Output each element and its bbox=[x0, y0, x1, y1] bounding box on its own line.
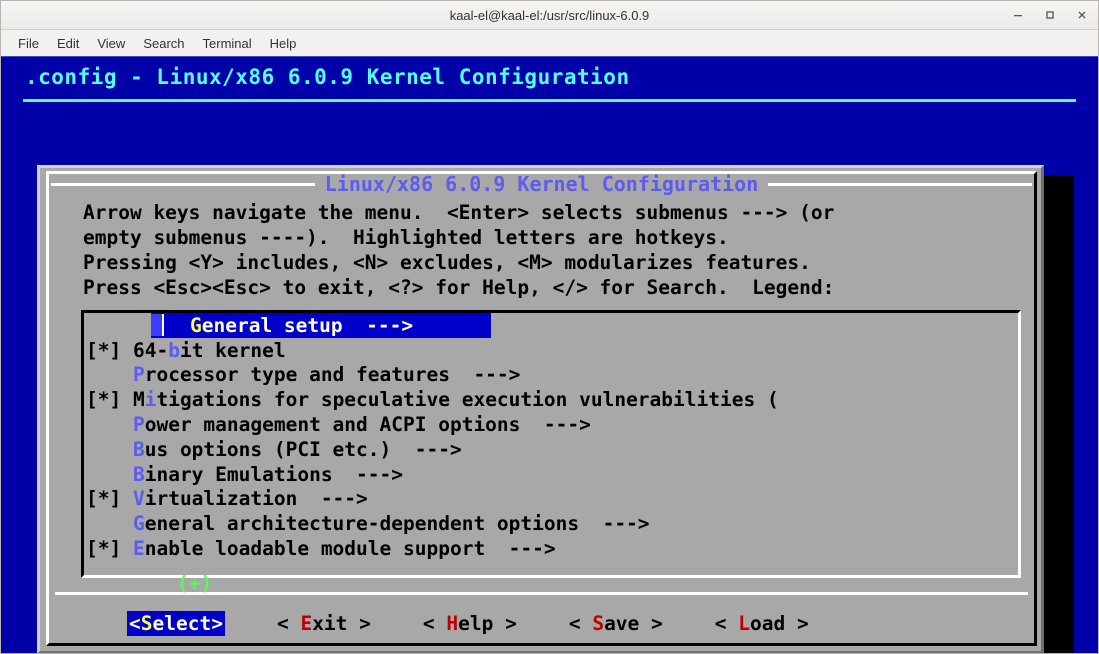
scroll-indicator: (+) bbox=[177, 572, 213, 595]
menu-list-item[interactable]: General setup ---> bbox=[151, 313, 491, 338]
button-bracket-left: < bbox=[568, 611, 593, 635]
menu-list-item[interactable]: General architecture-dependent options -… bbox=[84, 511, 1018, 536]
button-hotkey: L bbox=[738, 611, 750, 635]
menubar: File Edit View Search Terminal Help bbox=[1, 30, 1098, 57]
dialog-button[interactable]: <Select> bbox=[127, 610, 225, 636]
button-hotkey: E bbox=[300, 611, 313, 635]
menu-list-item[interactable]: [*] Mi tigations for speculative executio… bbox=[84, 387, 1018, 412]
menu-list-item[interactable]: [*] Enable loadable module support ---> bbox=[84, 536, 1018, 561]
caption-rule-left bbox=[51, 182, 315, 186]
item-label: eneral architecture-dependent options --… bbox=[144, 512, 650, 536]
help-line: empty submenus ----). Highlighted letter… bbox=[83, 226, 729, 249]
item-hotkey: P bbox=[132, 413, 145, 437]
minimize-icon[interactable] bbox=[1010, 7, 1026, 23]
item-hotkey: B bbox=[132, 437, 145, 461]
menu-help[interactable]: Help bbox=[261, 34, 306, 53]
item-hotkey: i bbox=[144, 388, 157, 412]
menu-listbox[interactable]: General setup ---> [*] 64- b it kernel Proc… bbox=[81, 310, 1021, 578]
item-label: nable loadable module support ---> bbox=[144, 537, 556, 561]
menu-list-item[interactable]: Binary Emulations ---> bbox=[84, 462, 1018, 487]
menu-file[interactable]: File bbox=[9, 34, 48, 53]
item-label: ower management and ACPI options ---> bbox=[144, 413, 591, 437]
menu-list-item[interactable]: Bus options (PCI etc.) ---> bbox=[84, 437, 1018, 462]
menu-search[interactable]: Search bbox=[134, 34, 193, 53]
window-title: kaal-el@kaal-el:/usr/src/linux-6.0.9 bbox=[449, 7, 650, 23]
button-hotkey: S bbox=[592, 611, 605, 635]
item-checkbox bbox=[86, 413, 133, 436]
close-icon[interactable] bbox=[1074, 7, 1090, 23]
caption-rule-right bbox=[768, 182, 1033, 186]
help-text: Arrow keys navigate the menu. <Enter> se… bbox=[83, 200, 1034, 300]
button-bracket-left: < bbox=[422, 611, 447, 635]
item-label: tigations for speculative execution vuln… bbox=[156, 388, 779, 412]
item-checkbox: [*] bbox=[86, 487, 133, 511]
menu-terminal[interactable]: Terminal bbox=[194, 34, 261, 53]
button-label: elp > bbox=[458, 611, 517, 635]
item-checkbox: [*] bbox=[86, 537, 133, 561]
item-hotkey: G bbox=[132, 512, 145, 536]
help-line: Press <Esc><Esc> to exit, <?> for Help, … bbox=[83, 276, 835, 299]
item-checkbox bbox=[86, 363, 133, 386]
terminal-window: kaal-el@kaal-el:/usr/src/linux-6.0.9 Fil… bbox=[0, 0, 1099, 654]
dialog-caption: Linux/x86 6.0.9 Kernel Configuration bbox=[49, 172, 1034, 196]
header-rule bbox=[23, 99, 1076, 102]
item-label: inary Emulations ---> bbox=[144, 462, 403, 486]
button-label: ave > bbox=[604, 611, 663, 635]
item-label: rocessor type and features ---> bbox=[144, 363, 521, 387]
item-hotkey: P bbox=[132, 363, 145, 387]
window-titlebar: kaal-el@kaal-el:/usr/src/linux-6.0.9 bbox=[1, 1, 1098, 30]
item-checkbox: [*] bbox=[86, 338, 133, 362]
button-bracket-left: < bbox=[714, 611, 739, 635]
cursor-block bbox=[151, 314, 164, 337]
item-checkbox bbox=[86, 512, 133, 535]
menu-view[interactable]: View bbox=[88, 34, 134, 53]
dialog-button[interactable]: < Save > bbox=[569, 611, 663, 636]
terminal-screen: .config - Linux/x86 6.0.9 Kernel Configu… bbox=[1, 57, 1098, 653]
dialog-inner: Linux/x86 6.0.9 Kernel Configuration Arr… bbox=[46, 171, 1037, 646]
item-label-pre: M bbox=[132, 388, 145, 412]
menu-list-item[interactable]: Processor type and features ---> bbox=[84, 363, 1018, 388]
button-label: elect> bbox=[152, 611, 223, 635]
item-label: eneral setup ---> bbox=[201, 313, 414, 337]
item-checkbox: [*] bbox=[86, 388, 133, 412]
item-label: us options (PCI etc.) ---> bbox=[144, 437, 462, 461]
button-bracket-left: < bbox=[129, 611, 141, 635]
button-bar: <Select> < Exit > < Help > < Save > < Load > bbox=[49, 606, 1034, 640]
item-hotkey: B bbox=[132, 462, 145, 486]
menuconfig-dialog: Linux/x86 6.0.9 Kernel Configuration Arr… bbox=[37, 165, 1044, 653]
item-checkbox bbox=[86, 463, 133, 486]
maximize-icon[interactable] bbox=[1042, 7, 1058, 23]
item-hotkey: E bbox=[132, 537, 145, 561]
button-label: xit > bbox=[312, 611, 371, 635]
dialog-button[interactable]: < Exit > bbox=[277, 611, 371, 636]
window-controls bbox=[1010, 1, 1090, 29]
menu-edit[interactable]: Edit bbox=[48, 34, 88, 53]
menu-list-item[interactable]: [*] 64- b it kernel bbox=[84, 338, 1018, 363]
dialog-title: Linux/x86 6.0.9 Kernel Configuration bbox=[324, 172, 759, 196]
help-line: Pressing <Y> includes, <N> excludes, <M>… bbox=[83, 251, 811, 274]
item-hotkey: b bbox=[168, 338, 180, 362]
menu-list-item[interactable]: Power management and ACPI options ---> bbox=[84, 412, 1018, 437]
button-label: oad > bbox=[750, 611, 809, 635]
button-hotkey: H bbox=[446, 611, 459, 635]
button-bracket-left: < bbox=[276, 611, 301, 635]
button-hotkey: S bbox=[140, 611, 153, 635]
config-header-title: .config - Linux/x86 6.0.9 Kernel Configu… bbox=[25, 65, 630, 89]
item-hotkey: V bbox=[132, 487, 145, 511]
dialog-button[interactable]: < Help > bbox=[423, 611, 517, 636]
help-line: Arrow keys navigate the menu. <Enter> se… bbox=[83, 201, 835, 224]
item-label: irtualization ---> bbox=[144, 487, 368, 511]
item-checkbox bbox=[86, 438, 133, 461]
item-label: it kernel bbox=[179, 338, 286, 362]
item-hotkey: G bbox=[190, 313, 202, 337]
menu-list-item[interactable]: [*] Virtualization ---> bbox=[84, 487, 1018, 512]
dialog-button[interactable]: < Load > bbox=[715, 611, 809, 636]
item-label-pre: 64- bbox=[132, 338, 169, 362]
